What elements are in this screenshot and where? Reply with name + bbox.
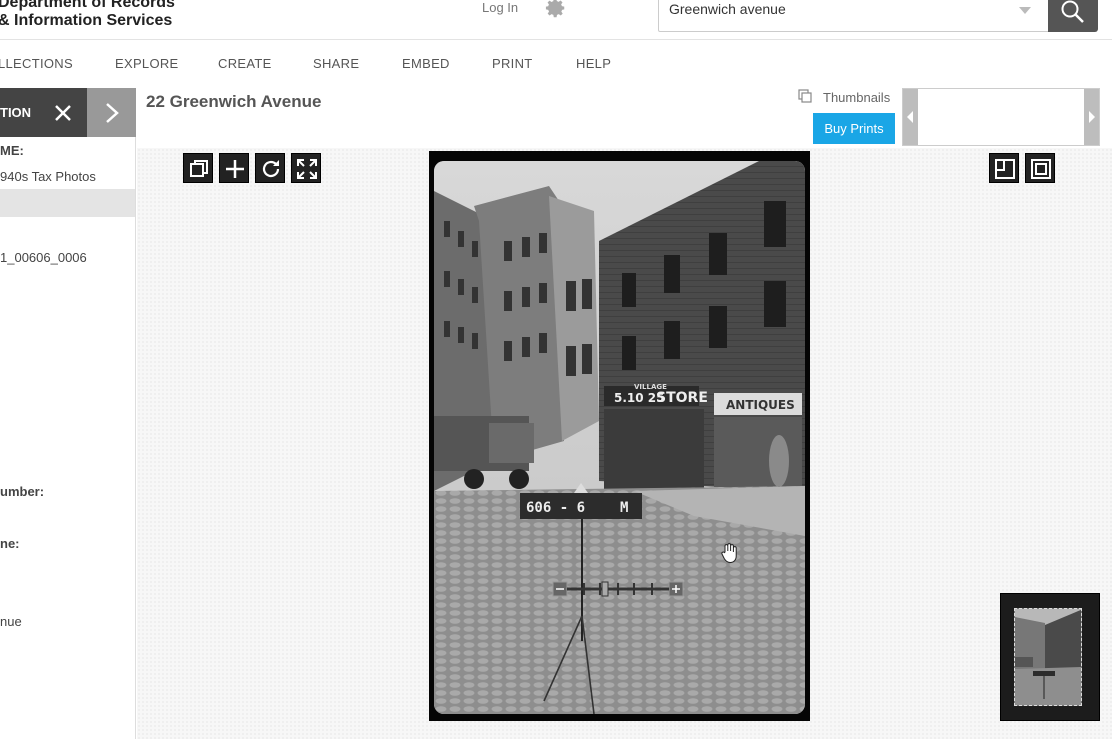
strip-prev-button[interactable]	[903, 89, 918, 145]
nav-item-embed[interactable]: EMBED	[402, 56, 450, 71]
thumbnails-label: Thumbnails	[823, 90, 891, 105]
field-value-collection[interactable]: 940s Tax Photos	[0, 169, 96, 184]
search-icon	[1061, 0, 1084, 23]
rotate-button[interactable]	[255, 153, 285, 183]
nav-item-explore[interactable]: EXPLORE	[115, 56, 179, 71]
nav-item-share[interactable]: SHARE	[313, 56, 359, 71]
sidebar-header: TION	[0, 88, 87, 137]
navigator-thumbnail	[1014, 608, 1082, 706]
nav-item-collections[interactable]: LLECTIONS	[0, 56, 73, 71]
strip-next-button[interactable]	[1084, 89, 1099, 145]
antiques-sign: ANTIQUES	[726, 398, 795, 412]
field-label-number: umber:	[0, 484, 45, 499]
nav-item-create[interactable]: CREATE	[218, 56, 272, 71]
sidebar-header-label: TION	[0, 105, 32, 120]
store-sign: STORE	[656, 390, 708, 406]
logo-line-1: Department of Records	[0, 0, 175, 11]
toggle-layout-button[interactable]	[989, 153, 1019, 183]
fullscreen-button[interactable]	[291, 153, 321, 183]
nav-item-help[interactable]: HELP	[576, 56, 611, 71]
field-label-name: ME:	[0, 143, 24, 158]
zoom-in-button[interactable]	[219, 153, 249, 183]
layout-icon	[995, 159, 1015, 179]
logo[interactable]: Department of Records & Information Serv…	[0, 0, 175, 30]
rotate-icon	[262, 160, 280, 178]
field-value-identifier: 1_00606_0006	[0, 250, 87, 265]
info-sidebar: TION ME: 940s Tax Photos 1_00606_0006 um…	[0, 88, 136, 739]
image-navigator[interactable]	[1000, 593, 1100, 721]
photo-image: 5.10 25 STORE VILLAGE ANTIQUES 606 - 6 M	[434, 161, 805, 714]
photo-sign-number: 606 - 6	[526, 500, 585, 516]
home-view-button[interactable]	[183, 153, 213, 183]
photo-sign-letter: M	[620, 500, 628, 516]
copy-view-icon	[190, 160, 208, 177]
village-sign: VILLAGE	[634, 383, 667, 391]
search-input[interactable]: Greenwich avenue	[658, 0, 1050, 32]
chevron-right-icon	[106, 103, 119, 123]
thumbnail-strip	[902, 88, 1100, 146]
tax-photo[interactable]: 5.10 25 STORE VILLAGE ANTIQUES 606 - 6 M	[429, 151, 810, 721]
toggle-navigator-button[interactable]	[1025, 153, 1055, 183]
expand-icon	[297, 159, 317, 179]
field-value-avenue: nue	[0, 614, 22, 629]
close-icon[interactable]	[52, 102, 74, 124]
field-label-name-2: ne:	[0, 536, 20, 551]
page: Department of Records & Information Serv…	[0, 0, 1112, 739]
buy-prints-button[interactable]: Buy Prints	[813, 113, 895, 144]
caret-right-icon	[1089, 111, 1095, 123]
thumbnails-icon	[798, 89, 812, 103]
sidebar-band	[0, 189, 135, 217]
plus-icon	[226, 160, 244, 178]
search-button[interactable]	[1048, 0, 1098, 32]
navigator-icon	[1031, 159, 1051, 179]
gear-icon[interactable]	[545, 0, 567, 19]
chevron-down-icon[interactable]	[1019, 7, 1031, 14]
page-title: 22 Greenwich Avenue	[146, 92, 322, 111]
search-value: Greenwich avenue	[669, 1, 786, 17]
logo-line-2: & Information Services	[0, 12, 173, 29]
sidebar-next-button[interactable]	[87, 88, 136, 137]
hand-cursor-icon	[721, 543, 737, 564]
main-nav: LLECTIONS EXPLORE CREATE SHARE EMBED PRI…	[0, 40, 1112, 86]
login-link[interactable]: Log In	[482, 0, 518, 15]
nav-item-print[interactable]: PRINT	[492, 56, 533, 71]
caret-left-icon	[907, 111, 913, 123]
header: Department of Records & Information Serv…	[0, 0, 1112, 40]
